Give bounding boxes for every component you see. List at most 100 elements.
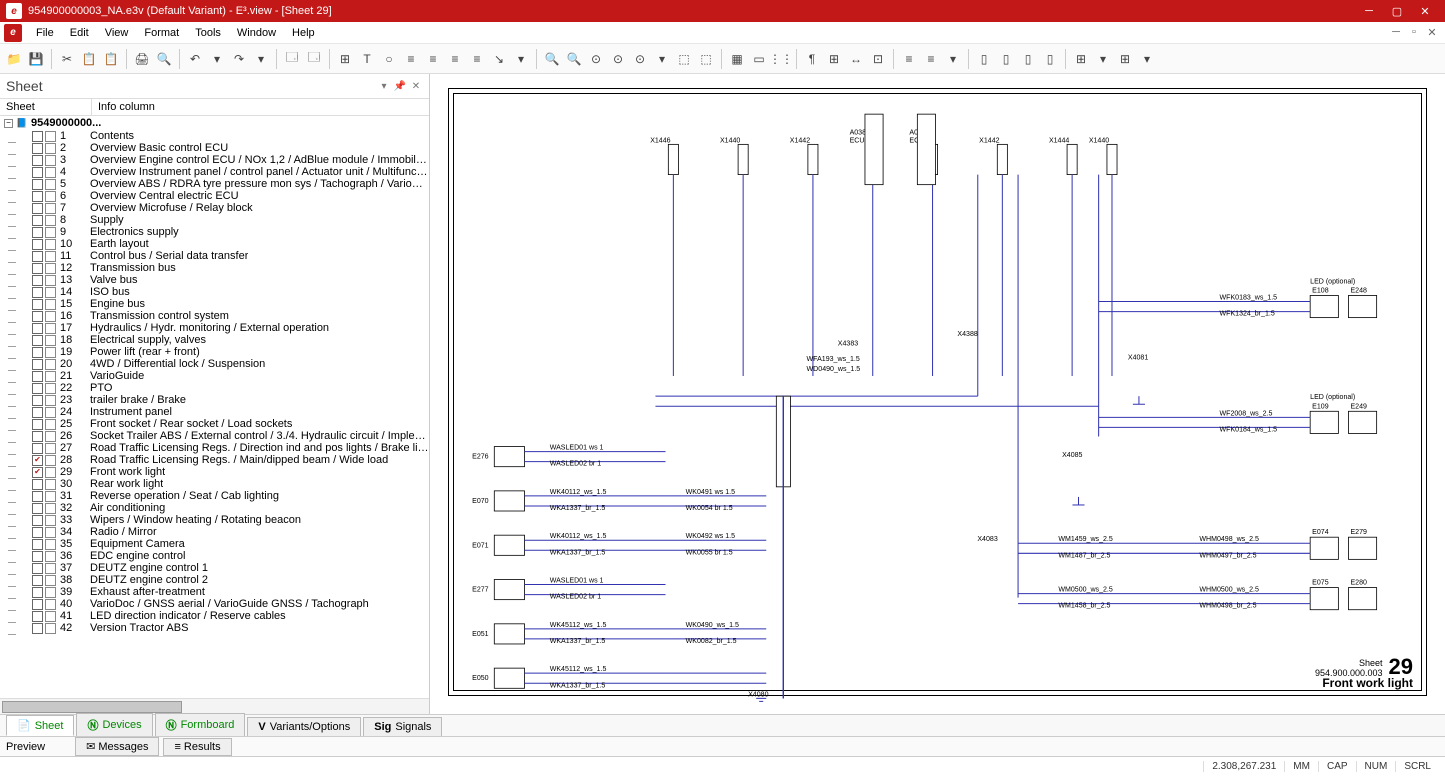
sheet-row-28[interactable]: ✔28Road Traffic Licensing Regs. / Main/d…: [0, 454, 429, 466]
toolbar-btn-6-4[interactable]: ⊙: [630, 49, 650, 69]
toolbar-btn-2-1[interactable]: 🔍: [154, 49, 174, 69]
sheet-row-15[interactable]: 15Engine bus: [0, 298, 429, 310]
row-checkbox[interactable]: [32, 383, 43, 394]
results-tab[interactable]: ≡Results: [163, 738, 231, 756]
sheet-row-18[interactable]: 18Electrical supply, valves: [0, 334, 429, 346]
sheet-row-24[interactable]: 24Instrument panel: [0, 406, 429, 418]
sheet-row-26[interactable]: 26Socket Trailer ABS / External control …: [0, 430, 429, 442]
toolbar-btn-3-2[interactable]: ↷: [229, 49, 249, 69]
toolbar-btn-11-3[interactable]: ▾: [1137, 49, 1157, 69]
sheet-row-17[interactable]: 17Hydraulics / Hydr. monitoring / Extern…: [0, 322, 429, 334]
sheet-row-40[interactable]: 40VarioDoc / GNSS aerial / VarioGuide GN…: [0, 598, 429, 610]
toolbar-btn-9-1[interactable]: ≡: [921, 49, 941, 69]
row-checkbox[interactable]: [32, 323, 43, 334]
toolbar-btn-8-3[interactable]: ⊡: [868, 49, 888, 69]
row-checkbox[interactable]: [32, 551, 43, 562]
row-checkbox[interactable]: [32, 431, 43, 442]
toolbar-btn-0-1[interactable]: 💾: [26, 49, 46, 69]
sheet-row-13[interactable]: 13Valve bus: [0, 274, 429, 286]
drawing-canvas[interactable]: X1446X1440X1442ECUA038ECUA038X1442X1444X…: [430, 74, 1445, 714]
row-checkbox[interactable]: ✔: [32, 455, 43, 466]
sheet-row-31[interactable]: 31Reverse operation / Seat / Cab lightin…: [0, 490, 429, 502]
sheet-row-22[interactable]: 22PTO: [0, 382, 429, 394]
toolbar-btn-7-2[interactable]: ⋮⋮: [771, 49, 791, 69]
toolbar-btn-11-2[interactable]: ⊞: [1115, 49, 1135, 69]
row-checkbox[interactable]: [32, 527, 43, 538]
row-checkbox[interactable]: [32, 215, 43, 226]
panel-close-icon[interactable]: ✕: [409, 79, 423, 93]
menu-view[interactable]: View: [97, 27, 137, 39]
sheet-row-23[interactable]: 23trailer brake / Brake: [0, 394, 429, 406]
toolbar-btn-5-2[interactable]: ○: [379, 49, 399, 69]
toolbar-btn-8-1[interactable]: ⊞: [824, 49, 844, 69]
toolbar-btn-5-0[interactable]: ⊞: [335, 49, 355, 69]
menu-format[interactable]: Format: [136, 27, 187, 39]
row-checkbox[interactable]: [32, 407, 43, 418]
row-checkbox[interactable]: [32, 599, 43, 610]
toolbar-btn-9-2[interactable]: ▾: [943, 49, 963, 69]
menu-help[interactable]: Help: [284, 27, 323, 39]
minimize-button[interactable]: ─: [1355, 0, 1383, 22]
menu-edit[interactable]: Edit: [62, 27, 97, 39]
toolbar-btn-5-3[interactable]: ≡: [401, 49, 421, 69]
toolbar-btn-2-0[interactable]: 🖨: [132, 49, 152, 69]
sheet-row-8[interactable]: 8Supply: [0, 214, 429, 226]
hscroll-thumb[interactable]: [2, 701, 182, 713]
toolbar-btn-5-8[interactable]: ▾: [511, 49, 531, 69]
toolbar-btn-6-0[interactable]: 🔍: [542, 49, 562, 69]
toolbar-btn-0-0[interactable]: 📁: [4, 49, 24, 69]
sheet-row-11[interactable]: 11Control bus / Serial data transfer: [0, 250, 429, 262]
sheet-row-14[interactable]: 14ISO bus: [0, 286, 429, 298]
sheet-row-5[interactable]: 5Overview ABS / RDRA tyre pressure mon s…: [0, 178, 429, 190]
maximize-button[interactable]: ▢: [1383, 0, 1411, 22]
sheet-row-25[interactable]: 25Front socket / Rear socket / Load sock…: [0, 418, 429, 430]
row-checkbox[interactable]: [32, 503, 43, 514]
toolbar-btn-5-7[interactable]: ↘: [489, 49, 509, 69]
sheet-row-39[interactable]: 39Exhaust after-treatment: [0, 586, 429, 598]
sheet-row-9[interactable]: 9Electronics supply: [0, 226, 429, 238]
mdi-restore-button[interactable]: ▫: [1405, 26, 1423, 39]
sheet-tree[interactable]: − 📘 9549000000... 1Contents2Overview Bas…: [0, 116, 429, 698]
row-checkbox[interactable]: [32, 131, 43, 142]
row-checkbox[interactable]: [32, 239, 43, 250]
sheet-row-19[interactable]: 19Power lift (rear + front): [0, 346, 429, 358]
row-checkbox[interactable]: [32, 623, 43, 634]
toolbar-btn-4-0[interactable]: 🗔: [282, 49, 302, 69]
row-checkbox[interactable]: [32, 179, 43, 190]
sheet-row-37[interactable]: 37DEUTZ engine control 1: [0, 562, 429, 574]
col-info-header[interactable]: Info column: [92, 99, 429, 115]
row-checkbox[interactable]: [32, 515, 43, 526]
toolbar-btn-10-1[interactable]: ▯: [996, 49, 1016, 69]
tab-devices[interactable]: ⓃDevices: [76, 713, 152, 736]
panel-hscroll[interactable]: [0, 698, 429, 714]
tab-variants-options[interactable]: VVariants/Options: [247, 717, 361, 736]
toolbar-btn-1-1[interactable]: 📋: [79, 49, 99, 69]
sheet-row-32[interactable]: 32Air conditioning: [0, 502, 429, 514]
sheet-row-16[interactable]: 16Transmission control system: [0, 310, 429, 322]
toolbar-btn-5-1[interactable]: T: [357, 49, 377, 69]
toolbar-btn-6-5[interactable]: ▾: [652, 49, 672, 69]
menu-window[interactable]: Window: [229, 27, 284, 39]
row-checkbox[interactable]: [32, 347, 43, 358]
sheet-row-35[interactable]: 35Equipment Camera: [0, 538, 429, 550]
row-checkbox[interactable]: [32, 335, 43, 346]
sheet-row-27[interactable]: 27Road Traffic Licensing Regs. / Directi…: [0, 442, 429, 454]
toolbar-btn-6-6[interactable]: ⬚: [674, 49, 694, 69]
sheet-row-41[interactable]: 41LED direction indicator / Reserve cabl…: [0, 610, 429, 622]
toolbar-btn-6-2[interactable]: ⊙: [586, 49, 606, 69]
row-checkbox[interactable]: [32, 587, 43, 598]
row-checkbox[interactable]: [32, 371, 43, 382]
sheet-row-10[interactable]: 10Earth layout: [0, 238, 429, 250]
tab-sheet[interactable]: 📄Sheet: [6, 715, 74, 736]
row-checkbox[interactable]: [32, 311, 43, 322]
row-checkbox[interactable]: [32, 359, 43, 370]
toolbar-btn-3-1[interactable]: ▾: [207, 49, 227, 69]
collapse-icon[interactable]: −: [4, 119, 13, 128]
sheet-row-12[interactable]: 12Transmission bus: [0, 262, 429, 274]
row-checkbox[interactable]: [32, 395, 43, 406]
toolbar-btn-5-6[interactable]: ≡: [467, 49, 487, 69]
toolbar-btn-4-1[interactable]: 🗔: [304, 49, 324, 69]
row-checkbox[interactable]: [32, 275, 43, 286]
tree-root[interactable]: − 📘 9549000000...: [0, 116, 429, 130]
row-checkbox[interactable]: [32, 479, 43, 490]
